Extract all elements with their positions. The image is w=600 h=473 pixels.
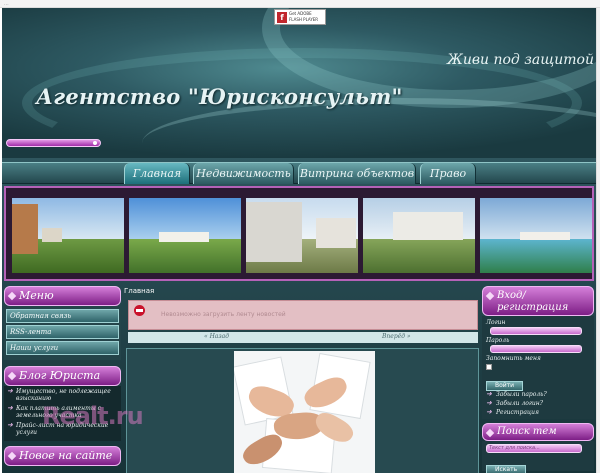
menu-item-rss[interactable]: RSS-лента — [6, 325, 119, 339]
main-content: Главная Невозможно загрузить ленту новос… — [124, 286, 479, 473]
password-label: Пароль — [486, 337, 510, 344]
gallery-photo[interactable] — [363, 198, 475, 273]
gallery-photo[interactable] — [246, 198, 358, 273]
main-nav: Главная Недвижимость Витрина объектов Пр… — [2, 162, 596, 184]
gallery-photo[interactable] — [480, 198, 592, 273]
menu-list: Обратная связь RSS-лента Наши услуги — [4, 306, 121, 360]
pager: « Назад Вперёд » — [128, 332, 478, 343]
site-title[interactable]: Агентство "Юрисконсульт" — [36, 84, 403, 109]
search-heading: Поиск тем — [482, 423, 594, 441]
remember-label: Запомнить меня — [486, 355, 541, 362]
site-slogan: Живи под защитой — [447, 52, 594, 68]
browser-topline: ... — [0, 0, 600, 8]
site-header: f Get ADOBE FLASH PLAYER Живи под защито… — [2, 8, 596, 158]
blog-heading: Блог Юриста — [4, 366, 121, 386]
tab-real-estate[interactable]: Недвижимость — [193, 163, 294, 184]
stop-icon — [134, 305, 145, 316]
news-heading: Новое на сайте — [4, 446, 121, 466]
tab-home[interactable]: Главная — [124, 163, 190, 184]
error-alert: Невозможно загрузить ленту новостей — [128, 300, 478, 330]
gallery-photo[interactable] — [12, 198, 124, 273]
menu-item-feedback[interactable]: Обратная связь — [6, 309, 119, 323]
gallery-photo[interactable] — [129, 198, 241, 273]
password-input[interactable] — [490, 345, 582, 353]
forgot-password-link[interactable]: ➜ Забыли пароль? — [482, 390, 594, 399]
search-form: Текст для поиска... Искать — [482, 441, 594, 473]
arrow-icon: ➜ — [7, 404, 13, 412]
login-label: Логин — [486, 319, 506, 326]
breadcrumb[interactable]: Главная — [124, 286, 479, 296]
right-sidebar: Вход/ регистрация Логин Пароль Запомнить… — [482, 286, 594, 473]
forgot-login-link[interactable]: ➜ Забыли логин? — [482, 399, 594, 408]
search-input[interactable]: Текст для поиска... — [486, 444, 582, 453]
remember-checkbox[interactable] — [486, 364, 492, 370]
left-sidebar: Меню Обратная связь RSS-лента Наши услуг… — [4, 286, 121, 473]
menu-heading: Меню — [4, 286, 121, 306]
flash-icon: f — [277, 12, 287, 23]
login-heading: Вход/ регистрация — [482, 286, 594, 316]
pager-prev-link[interactable]: « Назад — [204, 333, 229, 340]
arrow-icon: ➜ — [486, 399, 492, 407]
article-image — [234, 351, 375, 473]
tab-law[interactable]: Право — [420, 163, 476, 184]
pager-next-link[interactable]: Вперёд » — [382, 333, 411, 340]
login-input[interactable] — [490, 327, 582, 335]
login-form: Логин Пароль Запомнить меня Войти — [482, 316, 594, 391]
arrow-icon: ➜ — [7, 387, 13, 395]
menu-item-services[interactable]: Наши услуги — [6, 341, 119, 355]
arrow-icon: ➜ — [486, 408, 492, 416]
tab-showcase[interactable]: Витрина объектов — [298, 163, 416, 184]
arrow-icon: ➜ — [486, 390, 492, 398]
flash-badge-line2: FLASH PLAYER — [289, 17, 319, 22]
realt-watermark: Realt.ru — [42, 402, 144, 430]
register-link[interactable]: ➜ Регистрация — [482, 408, 594, 417]
photo-gallery — [4, 186, 594, 281]
blog-item[interactable]: ➜ Имущество, не подлежащее взысканию — [6, 387, 119, 403]
alert-message: Невозможно загрузить ленту новостей — [161, 311, 286, 318]
header-decor-bar — [6, 139, 101, 147]
search-button[interactable]: Искать — [486, 465, 527, 473]
article-box — [126, 348, 479, 473]
arrow-icon: ➜ — [7, 421, 13, 429]
scrollbar[interactable] — [596, 8, 600, 473]
decor-dot-icon — [93, 141, 97, 145]
flash-player-badge[interactable]: f Get ADOBE FLASH PLAYER — [274, 9, 326, 25]
